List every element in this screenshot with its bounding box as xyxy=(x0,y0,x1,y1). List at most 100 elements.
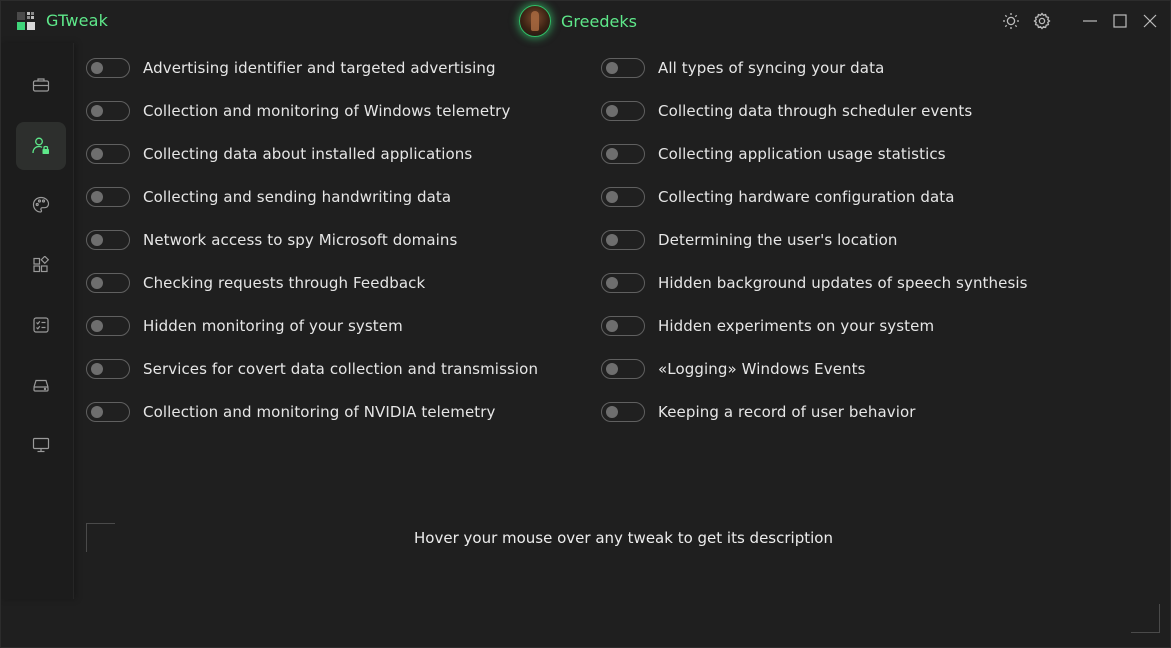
toggle-knob xyxy=(91,363,103,375)
toggle-switch[interactable] xyxy=(86,101,130,121)
tweak-row[interactable]: Checking requests through Feedback xyxy=(86,272,425,294)
toggle-switch[interactable] xyxy=(86,273,130,293)
toggle-knob xyxy=(606,234,618,246)
user-lock-icon xyxy=(32,137,49,154)
tweak-description: Hover your mouse over any tweak to get i… xyxy=(414,529,833,547)
tweak-row[interactable]: Hidden experiments on your system xyxy=(601,315,934,337)
tweak-label: Collecting hardware configuration data xyxy=(658,188,955,206)
tweak-row[interactable]: Collection and monitoring of Windows tel… xyxy=(86,100,510,122)
tweak-label: Collection and monitoring of Windows tel… xyxy=(143,102,511,120)
toggle-switch[interactable] xyxy=(601,359,645,379)
toggle-knob xyxy=(91,105,103,117)
toggle-knob xyxy=(91,406,103,418)
toggle-switch[interactable] xyxy=(601,187,645,207)
toggle-switch[interactable] xyxy=(86,316,130,336)
tweak-label: Services for covert data collection and … xyxy=(143,360,539,378)
tweak-label: Keeping a record of user behavior xyxy=(658,403,916,421)
maximize-button[interactable] xyxy=(1105,6,1135,36)
toggle-knob xyxy=(606,363,618,375)
settings-button[interactable] xyxy=(1027,6,1057,36)
toggle-knob xyxy=(606,406,618,418)
minimize-button[interactable] xyxy=(1075,6,1105,36)
tweak-row[interactable]: Collecting and sending handwriting data xyxy=(86,186,451,208)
toggle-switch[interactable] xyxy=(86,359,130,379)
tweak-row[interactable]: Hidden monitoring of your system xyxy=(86,315,403,337)
sidebar-item-system-info[interactable] xyxy=(16,421,66,469)
tweak-label: Hidden monitoring of your system xyxy=(143,317,403,335)
tweak-row[interactable]: Hidden background updates of speech synt… xyxy=(601,272,1028,294)
app-logo-icon xyxy=(17,12,35,30)
toggle-switch[interactable] xyxy=(86,402,130,422)
theme-toggle-button[interactable] xyxy=(996,6,1026,36)
user-profile[interactable]: Greedeks xyxy=(519,5,637,37)
toggle-switch[interactable] xyxy=(601,273,645,293)
tweak-row[interactable]: Services for covert data collection and … xyxy=(86,358,538,380)
tweak-label: Hidden background updates of speech synt… xyxy=(658,274,1028,292)
apps-icon xyxy=(33,256,50,273)
toggle-knob xyxy=(91,148,103,160)
tweak-label: Collecting application usage statistics xyxy=(658,145,946,163)
tweak-row[interactable]: Advertising identifier and targeted adve… xyxy=(86,57,496,79)
tweak-row[interactable]: Keeping a record of user behavior xyxy=(601,401,916,423)
toggle-switch[interactable] xyxy=(601,144,645,164)
checklist-icon xyxy=(33,317,49,333)
toggle-knob xyxy=(606,62,618,74)
toggle-knob xyxy=(606,148,618,160)
app-title: GTweak xyxy=(46,11,109,30)
tweak-row[interactable]: Collecting data about installed applicat… xyxy=(86,143,472,165)
briefcase-icon xyxy=(32,78,50,92)
tweak-label: Hidden experiments on your system xyxy=(658,317,935,335)
toggle-knob xyxy=(606,277,618,289)
tweak-row[interactable]: Collecting hardware configuration data xyxy=(601,186,955,208)
tweak-label: Collecting and sending handwriting data xyxy=(143,188,452,206)
monitor-icon xyxy=(32,437,50,453)
gear-icon xyxy=(1033,12,1051,30)
drive-icon xyxy=(33,379,49,392)
minimize-icon xyxy=(1083,20,1097,22)
avatar[interactable] xyxy=(519,5,551,37)
toggle-knob xyxy=(91,234,103,246)
toggle-switch[interactable] xyxy=(601,230,645,250)
tweak-label: Determining the user's location xyxy=(658,231,898,249)
toggle-knob xyxy=(91,320,103,332)
tweak-row[interactable]: «Logging» Windows Events xyxy=(601,358,866,380)
toggle-knob xyxy=(91,62,103,74)
toggle-knob xyxy=(91,277,103,289)
toggle-knob xyxy=(91,191,103,203)
tweak-label: Checking requests through Feedback xyxy=(143,274,426,292)
user-name: Greedeks xyxy=(561,11,637,31)
tweak-label: Collecting data about installed applicat… xyxy=(143,145,473,163)
palette-icon xyxy=(32,196,50,213)
toggle-switch[interactable] xyxy=(86,187,130,207)
sidebar-item-toolbox[interactable] xyxy=(16,61,66,109)
maximize-icon xyxy=(1113,14,1127,28)
toggle-knob xyxy=(606,191,618,203)
toggle-switch[interactable] xyxy=(601,402,645,422)
tweak-row[interactable]: Collecting application usage statistics xyxy=(601,143,946,165)
tweak-row[interactable]: Network access to spy Microsoft domains xyxy=(86,229,457,251)
tweak-row[interactable]: All types of syncing your data xyxy=(601,57,884,79)
sidebar-item-services[interactable] xyxy=(16,301,66,349)
toggle-switch[interactable] xyxy=(601,101,645,121)
tweak-row[interactable]: Collecting data through scheduler events xyxy=(601,100,972,122)
tweak-label: All types of syncing your data xyxy=(658,59,885,77)
sidebar xyxy=(1,43,74,599)
sidebar-item-privacy[interactable] xyxy=(16,122,66,170)
toggle-switch[interactable] xyxy=(601,316,645,336)
sidebar-item-interface[interactable] xyxy=(16,181,66,229)
title-bar[interactable]: GTweak Greedeks xyxy=(1,1,1170,41)
toggle-switch[interactable] xyxy=(86,144,130,164)
resize-grip[interactable] xyxy=(1131,604,1160,633)
tweak-label: Advertising identifier and targeted adve… xyxy=(143,59,496,77)
sidebar-item-system[interactable] xyxy=(16,361,66,409)
tweak-row[interactable]: Collection and monitoring of NVIDIA tele… xyxy=(86,401,496,423)
tweak-label: Collection and monitoring of NVIDIA tele… xyxy=(143,403,496,421)
close-button[interactable] xyxy=(1135,6,1165,36)
toggle-switch[interactable] xyxy=(601,58,645,78)
close-icon xyxy=(1143,14,1157,28)
toggle-switch[interactable] xyxy=(86,58,130,78)
sidebar-item-applications[interactable] xyxy=(16,241,66,289)
toggle-switch[interactable] xyxy=(86,230,130,250)
tweak-label: «Logging» Windows Events xyxy=(658,360,866,378)
tweak-row[interactable]: Determining the user's location xyxy=(601,229,897,251)
